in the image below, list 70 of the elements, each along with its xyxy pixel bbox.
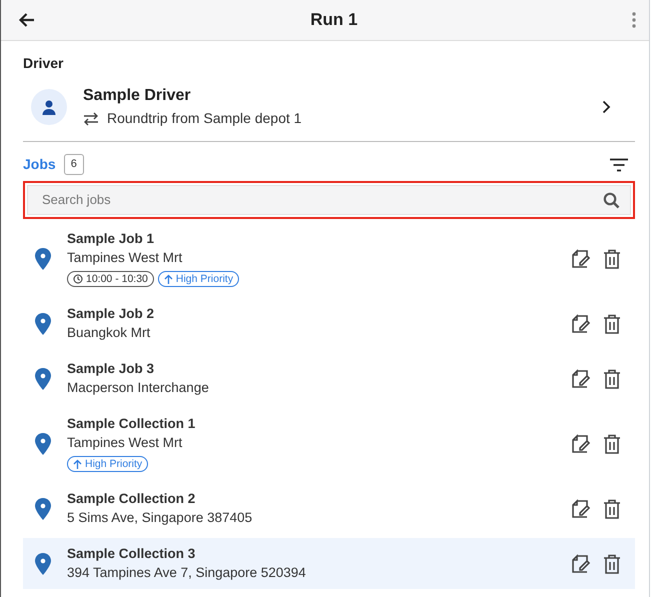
page-title: Run 1 <box>310 9 358 32</box>
delete-button[interactable] <box>601 366 623 390</box>
up-arrow-icon <box>164 274 173 284</box>
job-title: Sample Job 1 <box>67 230 156 248</box>
delete-button[interactable] <box>601 432 623 456</box>
location-pin-icon <box>35 498 51 520</box>
edit-button[interactable] <box>569 366 593 390</box>
edit-icon <box>571 498 591 518</box>
driver-name: Sample Driver <box>83 86 192 106</box>
edit-button[interactable] <box>569 496 593 520</box>
job-row[interactable]: Sample Job 2 Buangkok Mrt <box>23 298 635 349</box>
job-row[interactable]: Sample Job 1 Tampines West Mrt 10:00 - 10:30 High Priority <box>23 223 635 294</box>
trash-icon <box>603 314 621 334</box>
edit-icon <box>571 554 591 574</box>
job-address: 5 Sims Ave, Singapore 387405 <box>67 509 254 527</box>
delete-button[interactable] <box>601 312 623 336</box>
driver-card[interactable]: Sample Driver Roundtrip from Sample depot 1 <box>23 74 635 142</box>
job-address: Tampines West Mrt <box>67 249 184 267</box>
jobs-label: Jobs <box>23 155 56 174</box>
job-title: Sample Collection 3 <box>67 545 196 563</box>
job-title: Sample Job 2 <box>67 305 156 323</box>
job-title: Sample Collection 1 <box>67 415 196 433</box>
priority-tag: High Priority <box>67 456 148 472</box>
job-title: Sample Job 3 <box>67 360 156 378</box>
job-row[interactable]: Sample Collection 3 394 Tampines Ave 7, Singapore 520394 <box>23 538 635 589</box>
filter-icon <box>609 158 629 172</box>
edit-button[interactable] <box>569 246 593 270</box>
edit-button[interactable] <box>569 432 593 456</box>
delete-button[interactable] <box>601 552 623 576</box>
job-address: 394 Tampines Ave 7, Singapore 520394 <box>67 564 307 582</box>
job-address: Tampines West Mrt <box>67 434 184 452</box>
job-row[interactable]: Sample Job 3 Macperson Interchange <box>23 353 635 404</box>
driver-avatar-icon <box>31 88 67 124</box>
section-label: Driver <box>23 54 64 73</box>
priority-tag: High Priority <box>158 271 240 287</box>
job-title: Sample Collection 2 <box>67 490 196 508</box>
trash-icon <box>603 368 621 388</box>
location-pin-icon <box>35 552 51 574</box>
job-row[interactable]: Sample Collection 2 5 Sims Ave, Singapore 387405 <box>23 483 635 534</box>
trash-icon <box>603 434 621 454</box>
swap-icon <box>83 112 99 126</box>
location-pin-icon <box>35 432 51 454</box>
job-address: Macperson Interchange <box>67 379 210 397</box>
delete-button[interactable] <box>601 246 623 270</box>
more-icon <box>630 11 637 29</box>
location-pin-icon <box>35 312 51 334</box>
search-icon <box>603 192 620 208</box>
location-pin-icon <box>35 368 51 390</box>
search-bar[interactable]: Search jobs <box>27 185 631 215</box>
location-pin-icon <box>35 248 51 270</box>
up-arrow-icon <box>73 459 82 469</box>
edit-button[interactable] <box>569 552 593 576</box>
filter-button[interactable] <box>607 156 631 174</box>
jobs-count: 6 <box>64 154 84 175</box>
edit-button[interactable] <box>569 312 593 336</box>
trash-icon <box>603 498 621 518</box>
trash-icon <box>603 248 621 268</box>
job-address: Buangkok Mrt <box>67 324 152 342</box>
route-text: Roundtrip from Sample depot 1 <box>107 109 302 128</box>
edit-icon <box>571 368 591 388</box>
edit-icon <box>571 434 591 454</box>
search-field[interactable]: Search jobs <box>40 189 603 211</box>
clock-icon <box>73 274 83 284</box>
chevron-right-icon <box>602 100 611 114</box>
trash-icon <box>603 554 621 574</box>
job-row[interactable]: Sample Collection 1 Tampines West Mrt High Priority <box>23 408 635 479</box>
time-window-tag: 10:00 - 10:30 <box>67 271 154 287</box>
delete-button[interactable] <box>601 496 623 520</box>
edit-icon <box>571 314 591 334</box>
edit-icon <box>571 248 591 268</box>
